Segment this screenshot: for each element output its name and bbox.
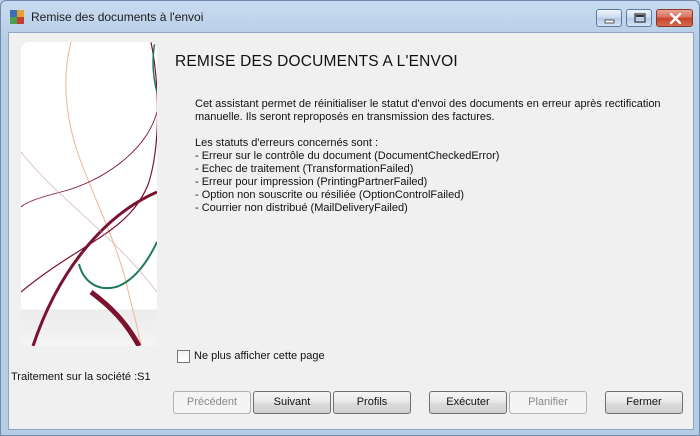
decorative-curves-image <box>21 42 157 346</box>
profiles-button[interactable]: Profils <box>333 391 411 414</box>
wizard-description: Cet assistant permet de réinitialiser le… <box>195 98 685 215</box>
list-item: - Option non souscrite ou résiliée (Opti… <box>195 189 465 201</box>
wizard-side-image <box>21 42 157 346</box>
status-list-title: Les statuts d'erreurs concernés sont : <box>195 137 379 149</box>
list-item: - Erreur sur le contrôle du document (Do… <box>195 150 500 162</box>
company-label: Traitement sur la société :S1 <box>11 371 151 383</box>
schedule-button[interactable]: Planifier <box>509 391 587 414</box>
minimize-icon <box>604 19 615 24</box>
window-title: Remise des documents à l'envoi <box>31 10 204 24</box>
minimize-button[interactable] <box>596 9 622 27</box>
close-icon <box>669 12 682 25</box>
list-item: - Courrier non distribué (MailDeliveryFa… <box>195 202 408 214</box>
execute-button[interactable]: Exécuter <box>429 391 507 414</box>
app-icon <box>10 10 24 24</box>
wizard-client-area: REMISE DES DOCUMENTS A L'ENVOI Cet assis… <box>8 32 694 430</box>
title-bar[interactable]: Remise des documents à l'envoi <box>1 1 699 33</box>
maximize-button[interactable] <box>626 9 652 27</box>
description-line: manuelle. Ils seront reproposés en trans… <box>195 111 495 123</box>
close-window-button[interactable] <box>656 9 693 27</box>
status-list: - Erreur sur le contrôle du document (Do… <box>195 150 685 215</box>
maximize-icon <box>634 13 646 23</box>
dont-show-again-label[interactable]: Ne plus afficher cette page <box>194 350 325 362</box>
close-button[interactable]: Fermer <box>605 391 683 414</box>
previous-button[interactable]: Précédent <box>173 391 251 414</box>
wizard-window: Remise des documents à l'envoi REMISE DE… <box>0 0 700 436</box>
description-line: Cet assistant permet de réinitialiser le… <box>195 98 661 110</box>
page-title: REMISE DES DOCUMENTS A L'ENVOI <box>175 53 458 70</box>
dont-show-again-checkbox[interactable] <box>177 350 190 363</box>
list-item: - Erreur pour impression (PrintingPartne… <box>195 176 428 188</box>
list-item: - Echec de traitement (TransformationFai… <box>195 163 414 175</box>
next-button[interactable]: Suivant <box>253 391 331 414</box>
